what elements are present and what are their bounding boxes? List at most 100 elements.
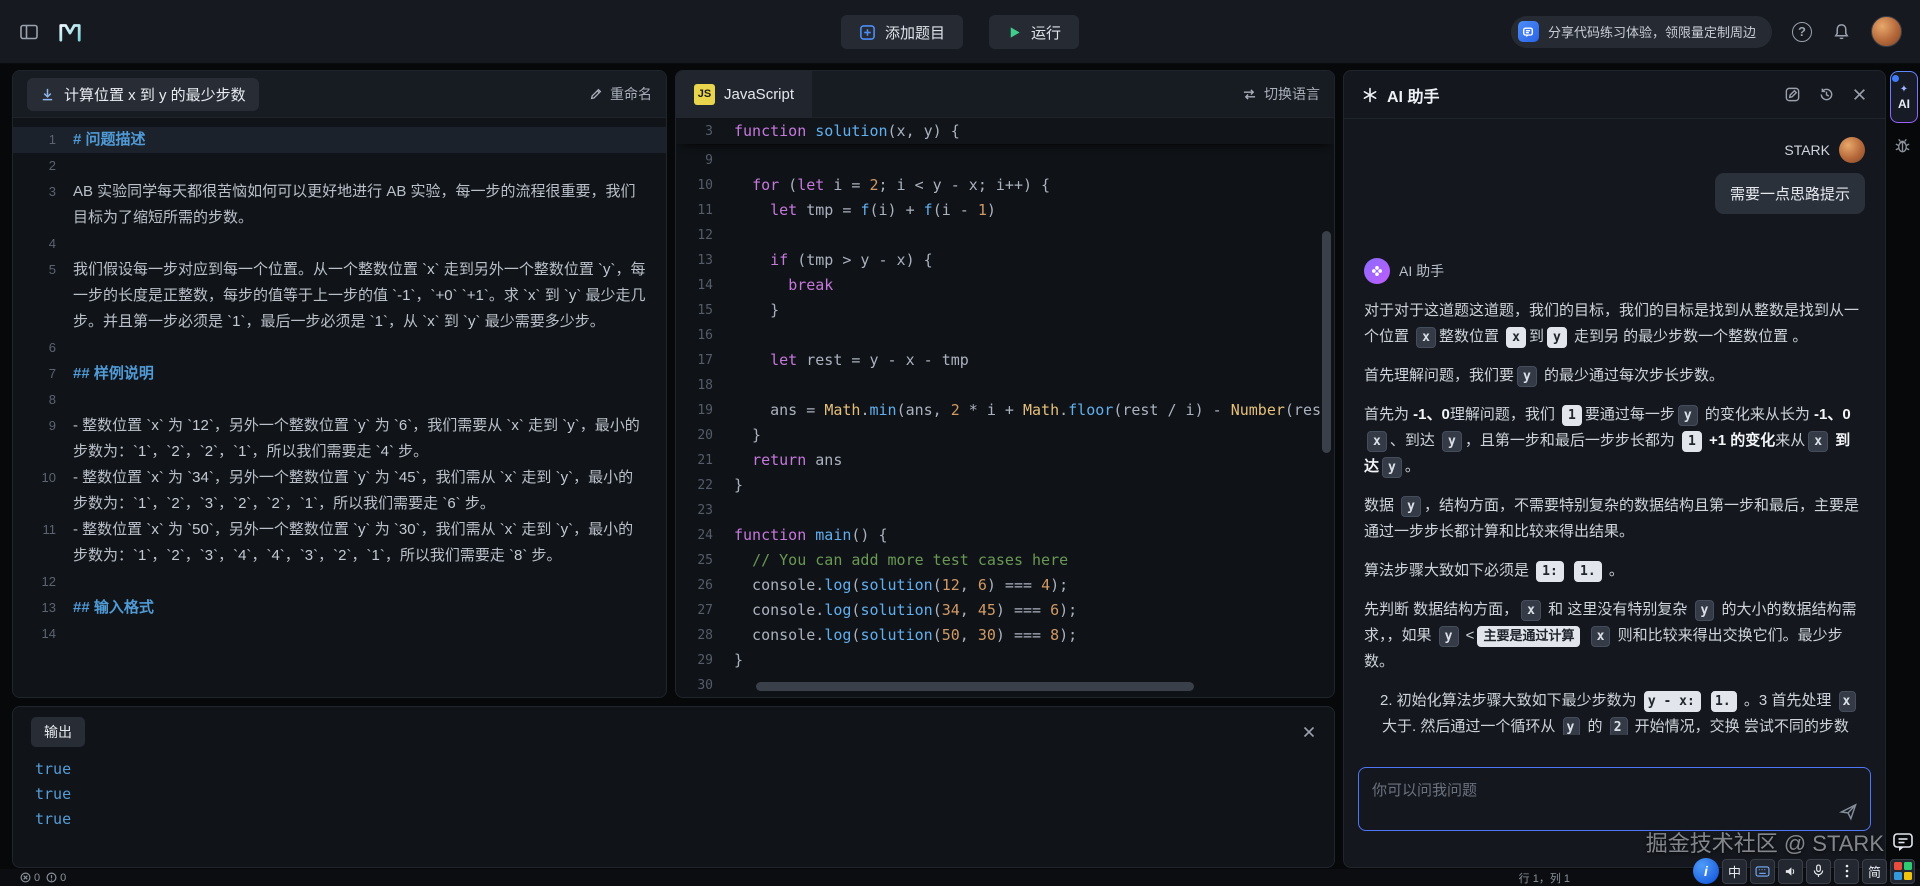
run-button[interactable]: 运行 <box>989 15 1080 49</box>
user-avatar[interactable] <box>1871 16 1902 47</box>
add-problem-button[interactable]: 添加题目 <box>840 15 963 49</box>
output-value: true <box>35 785 72 803</box>
ai-panel-title: AI 助手 <box>1387 88 1440 106</box>
code-editor[interactable]: 3 function solution(x, y) { 9 10 for (let … <box>676 119 1334 697</box>
markdown-line[interactable]: 2 <box>13 153 666 179</box>
keyboard-icon[interactable] <box>1750 858 1775 884</box>
output-close-icon[interactable] <box>1302 725 1316 739</box>
ai-sidebar-button[interactable]: ✦ AI <box>1890 71 1918 123</box>
sparkle-icon: ✦ <box>1899 83 1909 95</box>
code-lines: 9 10 for (let i = 2; i < y - x; i++) {11 … <box>676 148 1334 697</box>
mic-icon[interactable] <box>1806 858 1831 884</box>
code-line[interactable]: 14 break <box>676 273 1334 298</box>
ai-sidebar-label: AI <box>1898 96 1910 111</box>
code-line[interactable]: 22} <box>676 473 1334 498</box>
markdown-line[interactable]: 4 <box>13 231 666 257</box>
code-line[interactable]: 23 <box>676 498 1334 523</box>
run-label: 运行 <box>1031 24 1062 42</box>
user-message-text: 需要一点思路提示 <box>1714 173 1865 214</box>
switch-language-button[interactable]: 切换语言 <box>1242 84 1320 104</box>
code-line[interactable]: 10 for (let i = 2; i < y - x; i++) { <box>676 173 1334 198</box>
more-dots-icon[interactable] <box>1834 858 1859 884</box>
warning-count[interactable]: 0 <box>46 872 66 884</box>
bell-icon[interactable] <box>1832 22 1851 41</box>
rename-button[interactable]: 重命名 <box>589 84 652 104</box>
tab-javascript[interactable]: JS JavaScript <box>676 71 813 118</box>
problem-title-tab[interactable]: 计算位置 x 到 y 的最少步数 <box>27 77 259 111</box>
markdown-line[interactable]: 7 ## 样例说明 <box>13 361 666 387</box>
markdown-line[interactable]: 8 <box>13 387 666 413</box>
help-icon[interactable]: ? <box>1792 21 1812 42</box>
code-line[interactable]: 27 console.log(solution(34, 45) === 6); <box>676 598 1334 623</box>
ime-lang-chinese[interactable]: 中 <box>1722 858 1747 884</box>
ai-name: AI 助手 <box>1399 263 1445 279</box>
promo-banner[interactable]: 分享代码练习体验，领限量定制周边 <box>1510 15 1772 48</box>
code-line[interactable]: 15 } <box>676 298 1334 323</box>
user-name: STARK <box>1784 142 1830 158</box>
code-line[interactable]: 12 <box>676 223 1334 248</box>
ifly-icon[interactable]: i <box>1693 858 1719 884</box>
problem-panel: 计算位置 x 到 y 的最少步数 重命名 1 # 问题描述 2 3 AB 实验同学每天都… <box>12 70 667 698</box>
code-line[interactable]: 3 function solution(x, y) { <box>676 119 1334 144</box>
chat-input-box[interactable] <box>1358 767 1871 831</box>
code-line[interactable]: 9 <box>676 148 1334 173</box>
ime-simplified[interactable]: 简 <box>1862 858 1887 884</box>
code-line[interactable]: 20 } <box>676 423 1334 448</box>
code-line[interactable]: 24 function main() { <box>676 523 1334 548</box>
output-value: true <box>35 810 72 828</box>
send-icon[interactable] <box>1839 802 1858 821</box>
rename-label: 重命名 <box>610 86 652 102</box>
markdown-line[interactable]: 12 <box>13 569 666 595</box>
speaker-icon[interactable] <box>1778 858 1803 884</box>
marscode-logo[interactable] <box>56 19 84 45</box>
markdown-line[interactable]: 11- 整数位置 `x` 为 `50`，另外一个整数位置 `y` 为 `30`，… <box>13 517 666 569</box>
notification-dot <box>1892 75 1899 82</box>
ime-toolbar: i 中 简 <box>1693 858 1915 884</box>
code-line[interactable]: 11 let tmp = f(i) + f(i - 1) <box>676 198 1334 223</box>
code-line[interactable]: 21 return ans <box>676 448 1334 473</box>
code-line[interactable]: 18 <box>676 373 1334 398</box>
promo-label: 分享代码练习体验，领限量定制周边 <box>1547 25 1756 40</box>
error-count[interactable]: 0 <box>20 872 40 884</box>
chat-area: STARK 需要一点思路提示 AI 助手 对于对于这道题这道题，我们的目标，我们… <box>1344 119 1885 735</box>
status-bar: 0 0 行 1，列 1 <box>0 869 1920 886</box>
code-line[interactable]: 17 let rest = y - x - tmp <box>676 348 1334 373</box>
horizontal-scrollbar[interactable] <box>756 682 1194 691</box>
chat-bubble-icon[interactable] <box>1891 830 1915 854</box>
bug-icon[interactable] <box>1893 136 1912 155</box>
markdown-line[interactable]: 5 我们假设每一步对应到每一个位置。从一个整数位置 `x` 走到另外一个整数位置 … <box>13 257 666 335</box>
ai-close-icon[interactable] <box>1852 87 1867 102</box>
feedback-icon[interactable] <box>1784 86 1801 103</box>
markdown-line[interactable]: 6 <box>13 335 666 361</box>
chat-input[interactable] <box>1359 768 1870 830</box>
promo-icon <box>1517 21 1539 42</box>
ime-skin-icon[interactable] <box>1890 858 1915 884</box>
code-line[interactable]: 26 console.log(solution(12, 6) === 4); <box>676 573 1334 598</box>
cursor-position[interactable]: 行 1，列 1 <box>1519 870 1570 886</box>
code-line[interactable]: 25 // You can add more test cases here <box>676 548 1334 573</box>
panel-toggle-icon[interactable] <box>18 21 40 43</box>
code-line[interactable]: 13 if (tmp > y - x) { <box>676 248 1334 273</box>
code-line[interactable]: 16 <box>676 323 1334 348</box>
asterisk-icon <box>1362 87 1378 103</box>
code-line[interactable]: 19 ans = Math.min(ans, 2 * i + Math.floo… <box>676 398 1334 423</box>
output-lines: true true true <box>13 751 1334 832</box>
markdown-line[interactable]: 9- 整数位置 `x` 为 `12`，另外一个整数位置 `y` 为 `6`，我们… <box>13 413 666 465</box>
history-icon[interactable] <box>1818 86 1835 103</box>
app-root: 添加题目 运行 分享代码练习体验，领限量定制周边 ? 计算位置 x 到 y 的最… <box>0 0 1920 886</box>
markdown-editor[interactable]: 1 # 问题描述 2 3 AB 实验同学每天都很苦恼如何可以更好地进行 AB 实验，每一… <box>13 119 666 697</box>
markdown-line[interactable]: 10- 整数位置 `x` 为 `34`，另外一个整数位置 `y` 为 `45`，… <box>13 465 666 517</box>
code-line[interactable]: 29} <box>676 648 1334 673</box>
user-message-bubble: 需要一点思路提示 <box>1364 173 1865 214</box>
javascript-icon: JS <box>694 83 715 105</box>
vertical-scrollbar[interactable] <box>1322 231 1331 453</box>
markdown-line[interactable]: 13 ## 输入格式 <box>13 595 666 621</box>
markdown-line[interactable]: 14 <box>13 621 666 647</box>
markdown-line[interactable]: 1 # 问题描述 <box>13 127 666 153</box>
output-panel: 输出 true true true <box>12 706 1335 868</box>
code-line[interactable]: 28 console.log(solution(50, 30) === 8); <box>676 623 1334 648</box>
sticky-code-line[interactable]: 3 function solution(x, y) { <box>676 119 1334 144</box>
output-value: true <box>35 760 72 778</box>
output-tab[interactable]: 输出 <box>31 717 85 747</box>
markdown-line[interactable]: 3 AB 实验同学每天都很苦恼如何可以更好地进行 AB 实验，每一步的流程很重要，… <box>13 179 666 231</box>
